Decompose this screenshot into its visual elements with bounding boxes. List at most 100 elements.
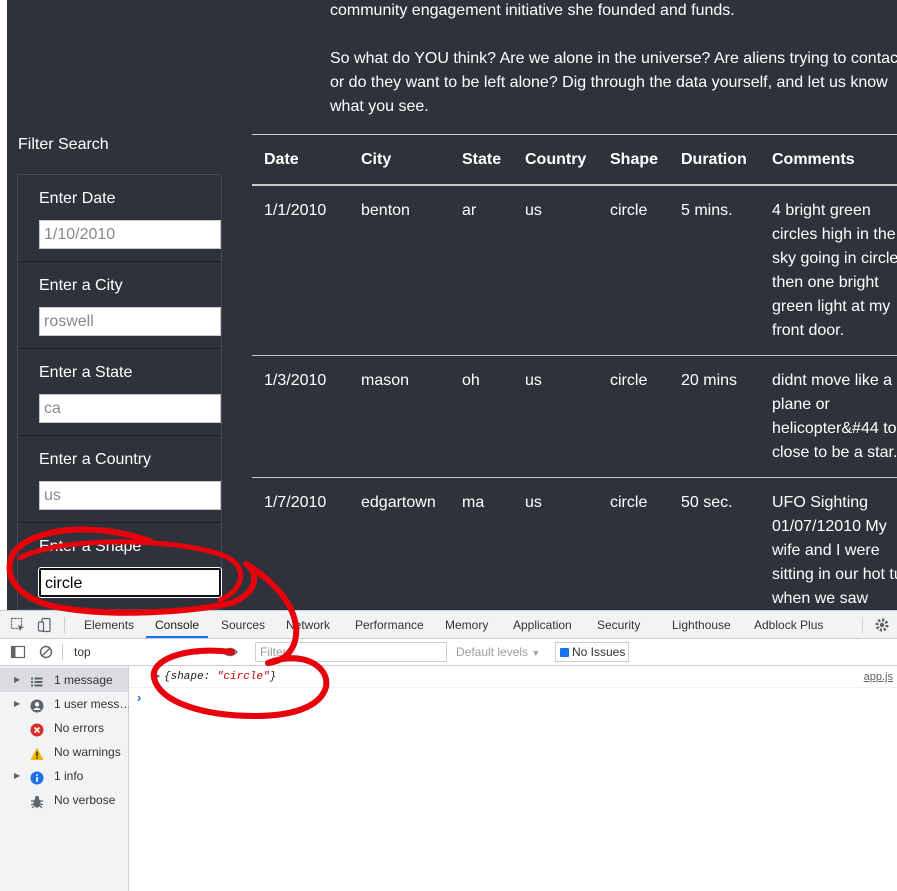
column-header: Shape	[598, 135, 669, 186]
sidebar-item-messages[interactable]: ▶ 1 message	[0, 668, 128, 692]
filter-item-city: Enter a City roswell	[18, 262, 221, 349]
clear-console-icon[interactable]	[38, 644, 54, 660]
issues-button[interactable]: No Issues	[555, 642, 629, 662]
filter-list: Enter Date 1/10/2010 Enter a City roswel…	[17, 174, 222, 610]
ufo-table: Date City State Country Shape Duration C…	[252, 135, 897, 610]
tab-network[interactable]: Network	[286, 618, 330, 632]
console-toolbar: top ▼ Filter Default levels ▼ No Issues	[0, 639, 897, 666]
filter-label: Enter a State	[39, 364, 133, 381]
cell-city: benton	[349, 185, 450, 356]
issues-label: No Issues	[572, 645, 626, 659]
state-input[interactable]: ca	[39, 394, 221, 423]
column-header: City	[349, 135, 450, 186]
cell-comments: didnt move like a plane or helicopter&#4…	[760, 355, 897, 478]
tab-elements[interactable]: Elements	[84, 618, 134, 632]
cell-country: us	[513, 477, 598, 610]
toolbar-divider	[862, 617, 863, 633]
cell-state: oh	[450, 355, 513, 478]
tab-sources[interactable]: Sources	[221, 618, 265, 632]
city-input[interactable]: roswell	[39, 307, 221, 336]
column-header: Date	[252, 135, 349, 186]
date-input[interactable]: 1/10/2010	[39, 220, 221, 249]
expand-triangle-icon[interactable]: ▶	[155, 666, 160, 688]
log-string-value: "circle"	[216, 671, 270, 683]
tab-lighthouse[interactable]: Lighthouse	[672, 618, 731, 632]
console-log-entry[interactable]: ▶ {shape: "circle"} app.js	[129, 666, 897, 688]
sidebar-item-errors[interactable]: No errors	[0, 716, 128, 740]
intro-line-4: what you see.	[330, 98, 429, 115]
inspect-element-icon[interactable]	[10, 617, 26, 633]
log-levels-label: Default levels	[456, 645, 529, 659]
sidebar-item-label: No errors	[54, 721, 105, 735]
cell-city: edgartown	[349, 477, 450, 610]
context-selector[interactable]: top ▼	[68, 643, 208, 661]
console-sidebar: ▶ 1 message ▶ 1 user mess… No errors No …	[0, 666, 132, 891]
toolbar-divider	[62, 644, 63, 660]
log-suffix: }	[269, 671, 277, 683]
cell-state: ar	[450, 185, 513, 356]
cell-state: ma	[450, 477, 513, 610]
dropdown-arrow-icon: ▼	[531, 648, 541, 658]
cell-comments: 4 bright green circles high in the sky g…	[760, 185, 897, 356]
cell-duration: 20 mins	[669, 355, 760, 478]
dropdown-arrow-icon: ▼	[193, 647, 202, 657]
sidebar-item-user-messages[interactable]: ▶ 1 user mess…	[0, 692, 132, 716]
filter-label: Enter a Country	[39, 451, 152, 468]
warning-icon	[30, 745, 44, 760]
table-row: 1/1/2010 benton ar us circle 5 mins. 4 b…	[252, 185, 897, 356]
filter-label: Enter Date	[39, 190, 116, 207]
settings-gear-icon[interactable]	[874, 617, 890, 633]
user-icon	[30, 697, 44, 713]
cell-comments: UFO Sighting 01/07/12010 My wife and I w…	[760, 477, 897, 610]
tab-console[interactable]: Console	[155, 618, 199, 632]
error-icon	[30, 721, 44, 737]
tab-performance[interactable]: Performance	[355, 618, 424, 632]
sidebar-item-info[interactable]: ▶ 1 info	[0, 764, 128, 788]
console-output: ▶ {shape: "circle"} app.js ›	[129, 666, 897, 891]
devtools-panel: Elements Console Sources Network Perform…	[0, 610, 897, 891]
active-tab-indicator	[146, 636, 208, 638]
sidebar-item-label: 1 user mess…	[54, 697, 132, 711]
console-filter-input[interactable]: Filter	[255, 642, 447, 662]
log-levels-dropdown[interactable]: Default levels ▼	[456, 645, 540, 659]
screenshot-root: community engagement initiative she foun…	[0, 0, 897, 891]
log-message: {shape: "circle"}	[164, 666, 276, 688]
web-page: community engagement initiative she foun…	[0, 0, 897, 610]
log-source-link[interactable]: app.js	[864, 666, 893, 688]
cell-duration: 5 mins.	[669, 185, 760, 356]
intro-line-1: community engagement initiative she foun…	[330, 2, 735, 19]
tab-adblock-plus[interactable]: Adblock Plus	[754, 618, 823, 632]
bug-icon	[30, 793, 44, 809]
filter-label: Enter a City	[39, 277, 123, 294]
tab-application[interactable]: Application	[513, 618, 572, 632]
expand-triangle-icon[interactable]: ▶	[14, 692, 20, 716]
cell-date: 1/3/2010	[252, 355, 349, 478]
table-row: 1/3/2010 mason oh us circle 20 mins didn…	[252, 355, 897, 478]
cell-date: 1/1/2010	[252, 185, 349, 356]
filter-search-title: Filter Search	[18, 136, 109, 153]
cell-shape: circle	[598, 185, 669, 356]
tab-memory[interactable]: Memory	[445, 618, 488, 632]
intro-line-3: or do they want to be left alone? Dig th…	[330, 74, 888, 91]
expand-triangle-icon[interactable]: ▶	[14, 668, 20, 692]
cell-shape: circle	[598, 477, 669, 610]
toolbar-divider	[64, 617, 65, 633]
cell-duration: 50 sec.	[669, 477, 760, 610]
country-input[interactable]: us	[39, 481, 221, 510]
column-header: Country	[513, 135, 598, 186]
sidebar-item-label: 1 message	[54, 673, 113, 687]
sidebar-item-verbose[interactable]: No verbose	[0, 788, 128, 812]
device-toggle-icon[interactable]	[37, 617, 53, 633]
expand-triangle-icon[interactable]: ▶	[14, 764, 20, 788]
column-header: Comments	[760, 135, 897, 186]
cell-shape: circle	[598, 355, 669, 478]
sidebar-item-warnings[interactable]: No warnings	[0, 740, 128, 764]
sidebar-toggle-icon[interactable]	[10, 644, 26, 660]
shape-input[interactable]: circle	[39, 568, 221, 597]
log-prefix: {shape:	[164, 671, 217, 683]
live-expression-eye-icon[interactable]	[222, 644, 238, 660]
tab-security[interactable]: Security	[597, 618, 640, 632]
ufo-table-container: Date City State Country Shape Duration C…	[252, 134, 897, 610]
cell-city: mason	[349, 355, 450, 478]
console-prompt-caret-icon[interactable]: ›	[137, 690, 141, 705]
